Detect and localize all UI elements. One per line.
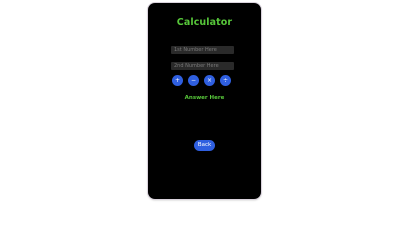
page-title: Calculator (176, 17, 233, 28)
divide-button[interactable]: ÷ (220, 75, 231, 86)
screen: Calculator + − × ÷ Answer Here Back (0, 0, 410, 200)
operator-button-group: + − × ÷ (172, 75, 232, 86)
add-button[interactable]: + (172, 75, 183, 86)
first-number-input[interactable] (171, 46, 234, 54)
answer-display: Answer Here (184, 95, 225, 101)
second-number-input[interactable] (171, 62, 234, 70)
back-button[interactable]: Back (194, 140, 215, 151)
app-window: Calculator + − × ÷ Answer Here Back (148, 3, 261, 199)
subtract-button[interactable]: − (188, 75, 199, 86)
multiply-button[interactable]: × (204, 75, 215, 86)
